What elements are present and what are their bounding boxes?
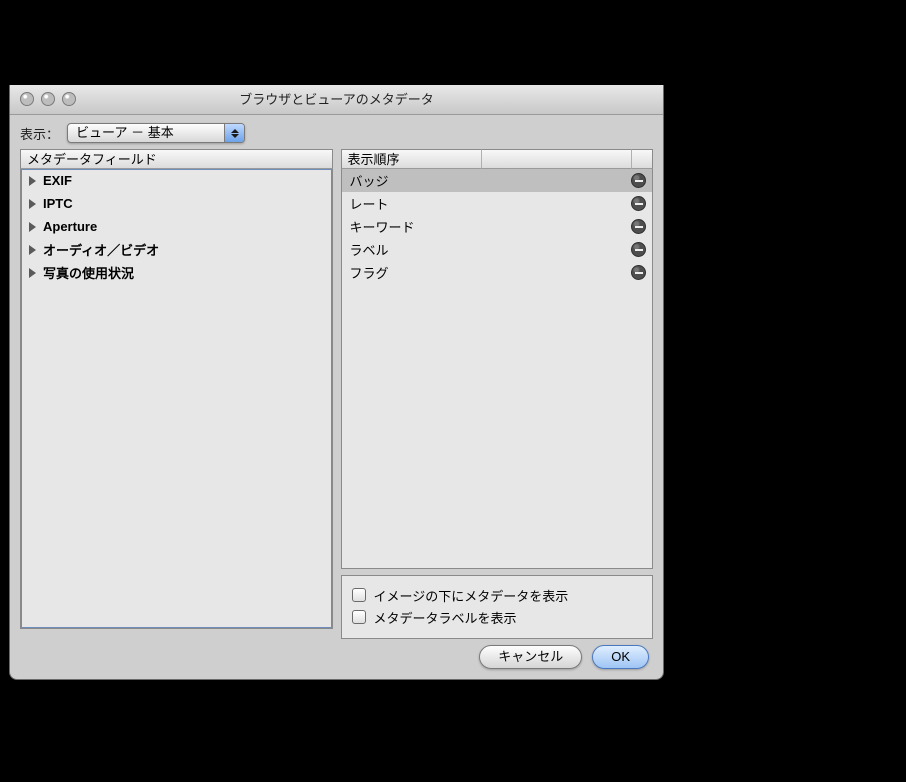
minus-icon xyxy=(635,180,643,182)
order-row-badge[interactable]: バッジ xyxy=(342,169,653,192)
display-order-column: 表示順序 バッジ レート キーワード xyxy=(341,149,654,639)
minimize-window-button[interactable] xyxy=(41,92,55,106)
disclosure-triangle-icon[interactable] xyxy=(29,222,36,232)
display-options-box: イメージの下にメタデータを表示 メタデータラベルを表示 xyxy=(341,575,654,639)
option-below-image-label: イメージの下にメタデータを表示 xyxy=(374,586,569,605)
metadata-fields-list[interactable]: EXIF IPTC Aperture オーディオ／ビデオ xyxy=(20,169,333,629)
order-row-label: キーワード xyxy=(350,217,415,236)
callout-line-right-v xyxy=(666,150,668,185)
order-row-label: フラグ xyxy=(350,263,389,282)
display-order-header-endcap[interactable] xyxy=(631,149,653,169)
metadata-fields-header[interactable]: メタデータフィールド xyxy=(20,149,333,169)
tree-row-label: オーディオ／ビデオ xyxy=(43,240,159,259)
order-row-label: レート xyxy=(350,194,389,213)
ok-button[interactable]: OK xyxy=(592,645,649,669)
remove-button[interactable] xyxy=(631,242,646,257)
disclosure-triangle-icon[interactable] xyxy=(29,176,36,186)
tree-row-iptc[interactable]: IPTC xyxy=(21,192,332,215)
dialog-title: ブラウザとビューアのメタデータ xyxy=(10,85,663,115)
tree-row-aperture[interactable]: Aperture xyxy=(21,215,332,238)
view-selector-row: 表示： ビューア － 基本 xyxy=(10,115,663,149)
remove-button[interactable] xyxy=(631,219,646,234)
remove-button[interactable] xyxy=(631,265,646,280)
option-show-labels-row[interactable]: メタデータラベルを表示 xyxy=(352,606,643,628)
order-row-label: ラベル xyxy=(350,240,389,259)
display-order-list[interactable]: バッジ レート キーワード ラベル xyxy=(341,169,654,569)
minus-icon xyxy=(635,272,643,274)
zoom-window-button[interactable] xyxy=(62,92,76,106)
disclosure-triangle-icon[interactable] xyxy=(29,245,36,255)
window-controls xyxy=(20,92,76,106)
tree-row-label: IPTC xyxy=(43,196,73,211)
order-row-label[interactable]: ラベル xyxy=(342,238,653,261)
minus-icon xyxy=(635,203,643,205)
dialog-footer: キャンセル OK xyxy=(479,645,649,669)
close-window-button[interactable] xyxy=(20,92,34,106)
display-order-header-row: 表示順序 xyxy=(341,149,654,169)
tree-row-label: Aperture xyxy=(43,219,97,234)
option-show-labels-label: メタデータラベルを表示 xyxy=(374,608,517,627)
metadata-fields-column: メタデータフィールド EXIF IPTC Aperture xyxy=(20,149,333,639)
display-order-header-spacer[interactable] xyxy=(481,149,632,169)
disclosure-triangle-icon[interactable] xyxy=(29,199,36,209)
tree-row-label: EXIF xyxy=(43,173,72,188)
titlebar[interactable]: ブラウザとビューアのメタデータ xyxy=(10,85,663,115)
order-row-label: バッジ xyxy=(350,171,389,190)
minus-icon xyxy=(635,226,643,228)
tree-row-exif[interactable]: EXIF xyxy=(21,169,332,192)
disclosure-triangle-icon[interactable] xyxy=(29,268,36,278)
remove-button[interactable] xyxy=(631,196,646,211)
option-below-image-row[interactable]: イメージの下にメタデータを表示 xyxy=(352,584,643,606)
tree-row-audiovideo[interactable]: オーディオ／ビデオ xyxy=(21,238,332,261)
chevron-updown-icon xyxy=(224,124,244,142)
order-row-rating[interactable]: レート xyxy=(342,192,653,215)
cancel-button[interactable]: キャンセル xyxy=(479,645,582,669)
order-row-flag[interactable]: フラグ xyxy=(342,261,653,284)
checkbox-below-image[interactable] xyxy=(352,588,366,602)
view-label: 表示： xyxy=(20,124,59,143)
display-order-header[interactable]: 表示順序 xyxy=(341,149,481,169)
metadata-dialog: ブラウザとビューアのメタデータ 表示： ビューア － 基本 メタデータフィールド… xyxy=(9,85,664,680)
remove-button[interactable] xyxy=(631,173,646,188)
tree-row-photo-usage[interactable]: 写真の使用状況 xyxy=(21,261,332,284)
view-popup[interactable]: ビューア － 基本 xyxy=(67,123,245,143)
view-popup-value: ビューア － 基本 xyxy=(76,125,174,140)
minus-icon xyxy=(635,249,643,251)
order-row-keyword[interactable]: キーワード xyxy=(342,215,653,238)
tree-row-label: 写真の使用状況 xyxy=(43,263,134,282)
checkbox-show-labels[interactable] xyxy=(352,610,366,624)
